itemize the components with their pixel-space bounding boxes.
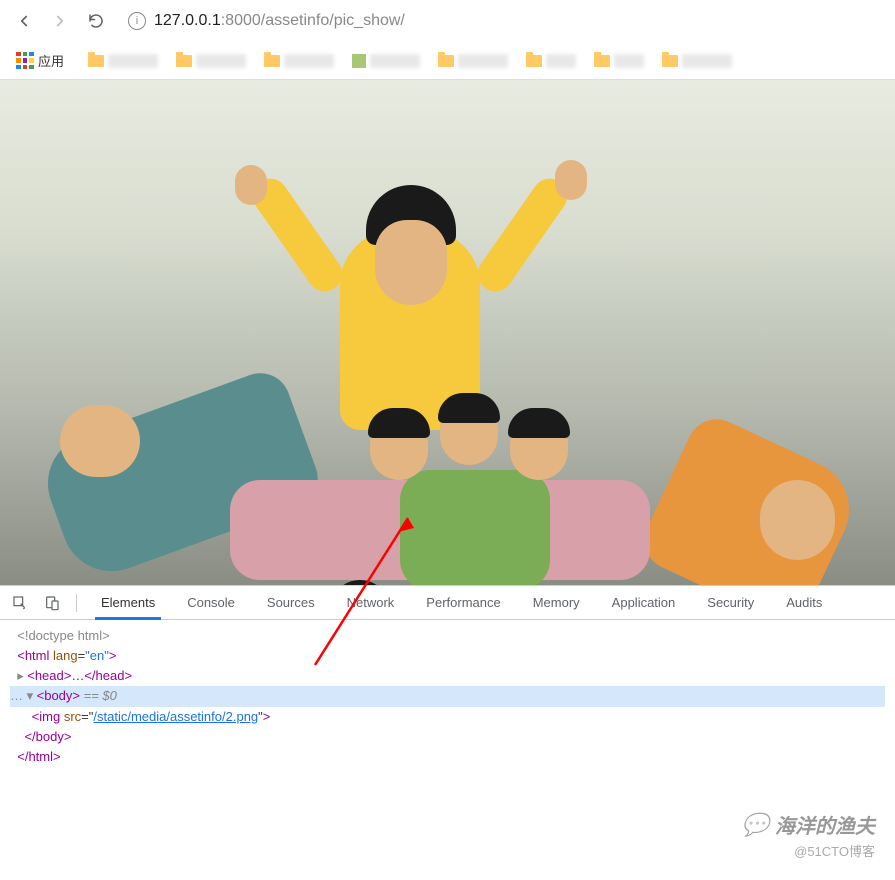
folder-icon — [526, 55, 542, 67]
tab-audits[interactable]: Audits — [772, 586, 836, 620]
devtools-panel: Elements Console Sources Network Perform… — [0, 585, 895, 773]
back-button[interactable] — [10, 7, 38, 35]
tab-performance[interactable]: Performance — [412, 586, 514, 620]
bookmark-item[interactable] — [82, 51, 164, 71]
source-line[interactable]: </html> — [10, 747, 885, 767]
bookmark-item[interactable] — [346, 51, 426, 71]
url-host: 127.0.0.1 — [154, 12, 221, 29]
tab-elements[interactable]: Elements — [87, 586, 169, 620]
source-line[interactable]: ▸<head>…</head> — [10, 666, 885, 686]
folder-icon — [88, 55, 104, 67]
tab-security[interactable]: Security — [693, 586, 768, 620]
tab-memory[interactable]: Memory — [519, 586, 594, 620]
browser-toolbar: i 127.0.0.1:8000/assetinfo/pic_show/ — [0, 0, 895, 42]
folder-icon — [264, 55, 280, 67]
devtools-toolbar: Elements Console Sources Network Perform… — [0, 586, 895, 620]
forward-button[interactable] — [46, 7, 74, 35]
watermark-subtitle: @51CTO博客 — [742, 841, 875, 860]
reload-icon — [87, 12, 105, 30]
folder-icon — [176, 55, 192, 67]
devtools-elements-tree[interactable]: <!doctype html> <html lang="en"> ▸<head>… — [0, 620, 895, 773]
source-line[interactable]: <!doctype html> — [10, 626, 885, 646]
bookmark-item[interactable] — [432, 51, 514, 71]
site-icon — [352, 54, 366, 68]
content-image — [0, 80, 895, 585]
selected-source-line[interactable]: … ▾<body> == $0 — [10, 686, 885, 706]
device-toolbar-button[interactable] — [38, 589, 66, 617]
apps-grid-icon — [16, 52, 34, 70]
reload-button[interactable] — [82, 7, 110, 35]
tab-network[interactable]: Network — [333, 586, 409, 620]
source-line[interactable]: </body> — [10, 727, 885, 747]
inspect-icon — [12, 595, 28, 611]
folder-icon — [662, 55, 678, 67]
inspect-element-button[interactable] — [6, 589, 34, 617]
bookmark-item[interactable] — [258, 51, 340, 71]
address-bar[interactable]: i 127.0.0.1:8000/assetinfo/pic_show/ — [118, 6, 885, 36]
bookmark-item[interactable] — [170, 51, 252, 71]
bookmarks-bar: 应用 — [0, 42, 895, 80]
bookmark-item[interactable] — [520, 51, 582, 71]
page-content — [0, 80, 895, 585]
watermark: 💬 海洋的渔夫 @51CTO博客 — [742, 810, 875, 860]
arrow-right-icon — [51, 12, 69, 30]
separator — [76, 594, 77, 612]
tab-sources[interactable]: Sources — [253, 586, 329, 620]
apps-shortcut[interactable]: 应用 — [10, 48, 76, 73]
watermark-title: 海洋的渔夫 — [775, 810, 875, 839]
device-icon — [44, 595, 60, 611]
url-text: 127.0.0.1:8000/assetinfo/pic_show/ — [154, 12, 405, 30]
bookmark-item[interactable] — [656, 51, 738, 71]
source-line[interactable]: <html lang="en"> — [10, 646, 885, 666]
tab-console[interactable]: Console — [173, 586, 249, 620]
wechat-icon: 💬 — [742, 812, 769, 838]
apps-label: 应用 — [38, 51, 64, 70]
folder-icon — [594, 55, 610, 67]
folder-icon — [438, 55, 454, 67]
site-info-icon[interactable]: i — [128, 12, 146, 30]
url-port: :8000 — [221, 12, 261, 29]
url-path: /assetinfo/pic_show/ — [261, 12, 405, 29]
bookmark-item[interactable] — [588, 51, 650, 71]
source-line[interactable]: <img src="/static/media/assetinfo/2.png"… — [10, 707, 885, 727]
tab-application[interactable]: Application — [598, 586, 690, 620]
arrow-left-icon — [15, 12, 33, 30]
